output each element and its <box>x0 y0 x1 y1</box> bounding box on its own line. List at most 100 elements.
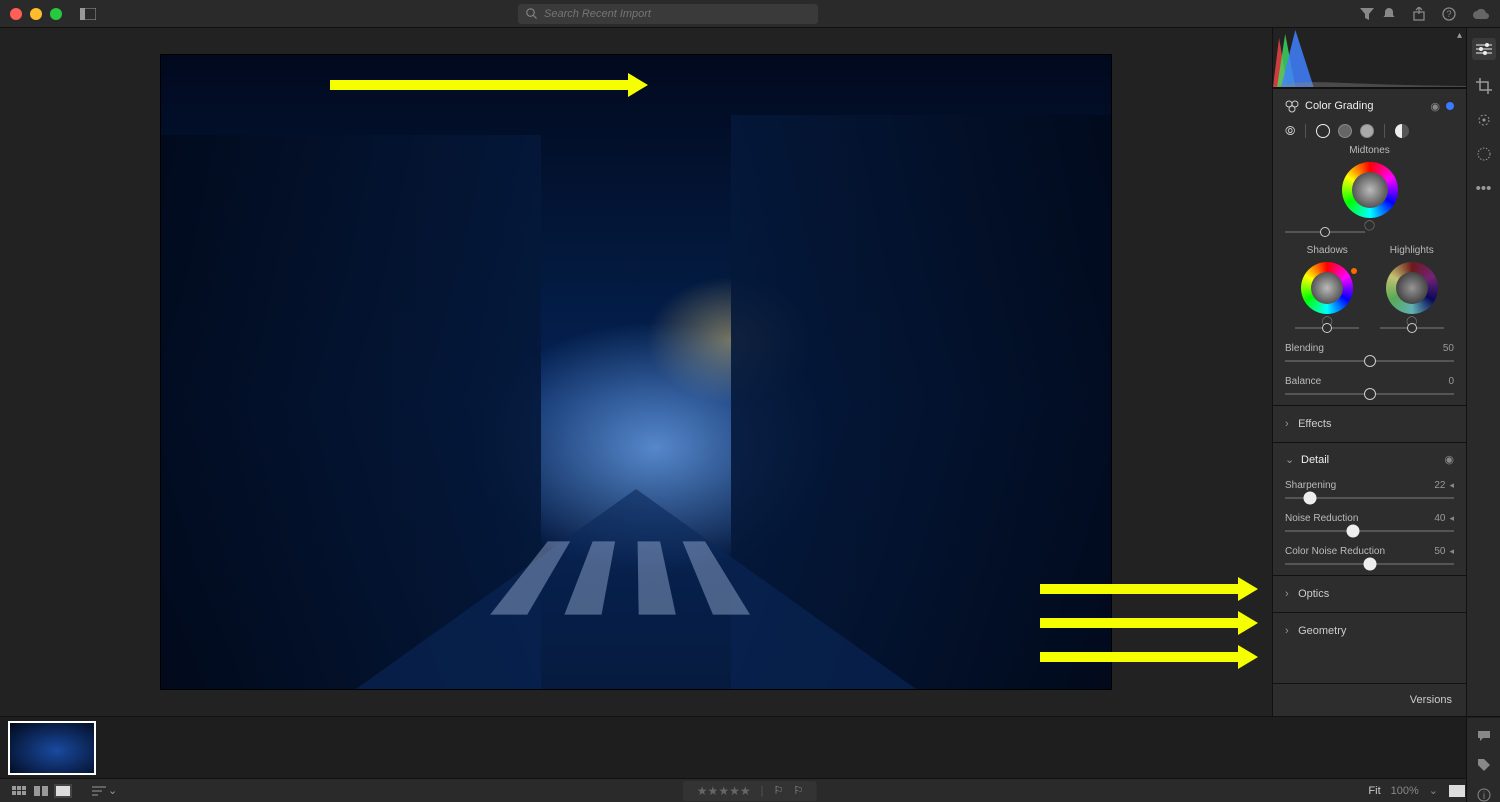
edit-panel: ▴ Color Grading ◉ ⦾ <box>1272 28 1466 716</box>
histogram-collapse-icon[interactable]: ▴ <box>1457 30 1462 41</box>
edited-indicator-icon <box>1446 102 1454 110</box>
color-grading-header[interactable]: Color Grading ◉ <box>1285 99 1454 113</box>
healing-brush-icon[interactable] <box>1476 112 1492 128</box>
flag-pick-icon[interactable]: ⚐ <box>773 784 783 797</box>
filter-icon[interactable] <box>1360 8 1374 20</box>
chevron-right-icon: › <box>1285 588 1295 600</box>
expand-icon[interactable]: ◂ <box>1449 480 1454 490</box>
chevron-right-icon: › <box>1285 418 1295 430</box>
visibility-toggle-icon[interactable]: ◉ <box>1444 453 1454 466</box>
three-way-icon[interactable]: ⦾ <box>1285 123 1295 139</box>
eye-icon[interactable]: ◯ <box>1364 220 1375 231</box>
sharpening-label: Sharpening <box>1285 480 1336 491</box>
zoom-level[interactable]: 100% <box>1391 785 1419 797</box>
effects-panel-header[interactable]: › Effects <box>1273 405 1466 442</box>
panel-title: Color Grading <box>1305 100 1373 112</box>
filmstrip <box>0 716 1500 778</box>
midtones-luminance-slider[interactable] <box>1285 231 1365 233</box>
search-bar[interactable] <box>518 4 818 24</box>
annotation-arrow <box>1040 652 1240 662</box>
cloud-sync-icon[interactable] <box>1472 7 1490 21</box>
image-canvas[interactable] <box>0 28 1272 716</box>
annotation-arrow <box>1040 618 1240 628</box>
bottom-bar: ⌄ ★★★★★ | ⚐ ⚐ Fit 100% ⌄ <box>0 778 1500 802</box>
chevron-down-icon: ⌄ <box>1285 453 1295 466</box>
top-right-actions: ? <box>1382 7 1490 21</box>
highlights-label: Highlights <box>1390 245 1434 256</box>
geometry-panel-header[interactable]: › Geometry <box>1273 612 1466 649</box>
noise-reduction-value: 40 <box>1434 513 1445 524</box>
annotation-arrow <box>1040 584 1240 594</box>
blending-value: 50 <box>1443 343 1454 354</box>
share-icon[interactable] <box>1412 7 1426 21</box>
info-icon[interactable]: i <box>1477 788 1491 802</box>
shadows-luminance-slider[interactable] <box>1295 327 1359 329</box>
brush-mask-icon[interactable] <box>1476 146 1492 162</box>
crop-icon[interactable] <box>1476 78 1492 94</box>
visibility-toggle-icon[interactable]: ◉ <box>1430 100 1440 113</box>
single-view-icon[interactable] <box>54 784 72 798</box>
notifications-icon[interactable] <box>1382 7 1396 21</box>
window-close-button[interactable] <box>10 8 22 20</box>
rating-bar: ★★★★★ | ⚐ ⚐ <box>683 781 817 801</box>
midtones-label: Midtones <box>1285 145 1454 156</box>
left-panel-toggle-icon[interactable] <box>80 8 96 20</box>
highlights-color-wheel[interactable] <box>1386 262 1438 314</box>
search-input[interactable] <box>544 8 810 20</box>
panel-title: Detail <box>1301 454 1329 466</box>
color-grading-icon <box>1285 99 1299 113</box>
blending-slider[interactable] <box>1285 360 1454 362</box>
compare-single-icon[interactable] <box>1448 784 1466 798</box>
window-minimize-button[interactable] <box>30 8 42 20</box>
activity-rail: i <box>1466 718 1500 802</box>
expand-icon[interactable]: ◂ <box>1449 546 1454 556</box>
highlights-luminance-slider[interactable] <box>1380 327 1444 329</box>
sharpening-slider[interactable] <box>1285 497 1454 499</box>
panel-title: Geometry <box>1298 625 1346 637</box>
grid-small-icon[interactable] <box>10 784 28 798</box>
color-grading-targets: ⦾ <box>1285 123 1454 139</box>
edit-sliders-icon[interactable] <box>1472 38 1496 60</box>
fit-button[interactable]: Fit <box>1368 785 1380 797</box>
optics-panel-header[interactable]: › Optics <box>1273 575 1466 612</box>
zoom-menu-icon[interactable]: ⌄ <box>1429 784 1438 797</box>
grid-large-icon[interactable] <box>32 784 50 798</box>
blending-label: Blending <box>1285 343 1324 354</box>
shadows-label: Shadows <box>1307 245 1348 256</box>
noise-reduction-label: Noise Reduction <box>1285 513 1358 524</box>
panel-title: Effects <box>1298 418 1331 430</box>
detail-header[interactable]: ⌄ Detail ◉ <box>1285 453 1454 466</box>
annotation-arrow <box>330 80 630 90</box>
color-noise-label: Color Noise Reduction <box>1285 546 1385 557</box>
detail-panel: ⌄ Detail ◉ Sharpening 22 ◂ Noise Reduction… <box>1273 442 1466 575</box>
noise-reduction-slider[interactable] <box>1285 530 1454 532</box>
more-icon[interactable]: ••• <box>1476 180 1492 197</box>
expand-icon[interactable]: ◂ <box>1449 513 1454 523</box>
tag-icon[interactable] <box>1477 758 1491 772</box>
comments-icon[interactable] <box>1477 730 1491 742</box>
midtones-target[interactable] <box>1338 124 1352 138</box>
sharpening-value: 22 <box>1434 480 1445 491</box>
balance-slider[interactable] <box>1285 393 1454 395</box>
sort-icon[interactable]: ⌄ <box>92 784 117 797</box>
shadows-target[interactable] <box>1316 124 1330 138</box>
svg-text:?: ? <box>1446 9 1451 19</box>
flag-reject-icon[interactable]: ⚐ <box>793 784 803 797</box>
versions-button[interactable]: Versions <box>1273 683 1466 716</box>
star-rating[interactable]: ★★★★★ <box>697 784 751 798</box>
color-grading-panel: Color Grading ◉ ⦾ Midtones ◯ Shadows <box>1273 88 1466 405</box>
help-icon[interactable]: ? <box>1442 7 1456 21</box>
highlights-target[interactable] <box>1360 124 1374 138</box>
color-noise-value: 50 <box>1434 546 1445 557</box>
balance-label: Balance <box>1285 376 1321 387</box>
histogram[interactable]: ▴ <box>1273 28 1466 88</box>
window-fullscreen-button[interactable] <box>50 8 62 20</box>
global-target[interactable] <box>1395 124 1409 138</box>
panel-title: Optics <box>1298 588 1329 600</box>
thumbnail[interactable] <box>8 721 96 775</box>
color-noise-slider[interactable] <box>1285 563 1454 565</box>
midtones-color-wheel[interactable] <box>1342 162 1398 218</box>
shadows-color-wheel[interactable] <box>1301 262 1353 314</box>
top-bar: ? <box>0 0 1500 28</box>
search-icon <box>526 8 538 20</box>
